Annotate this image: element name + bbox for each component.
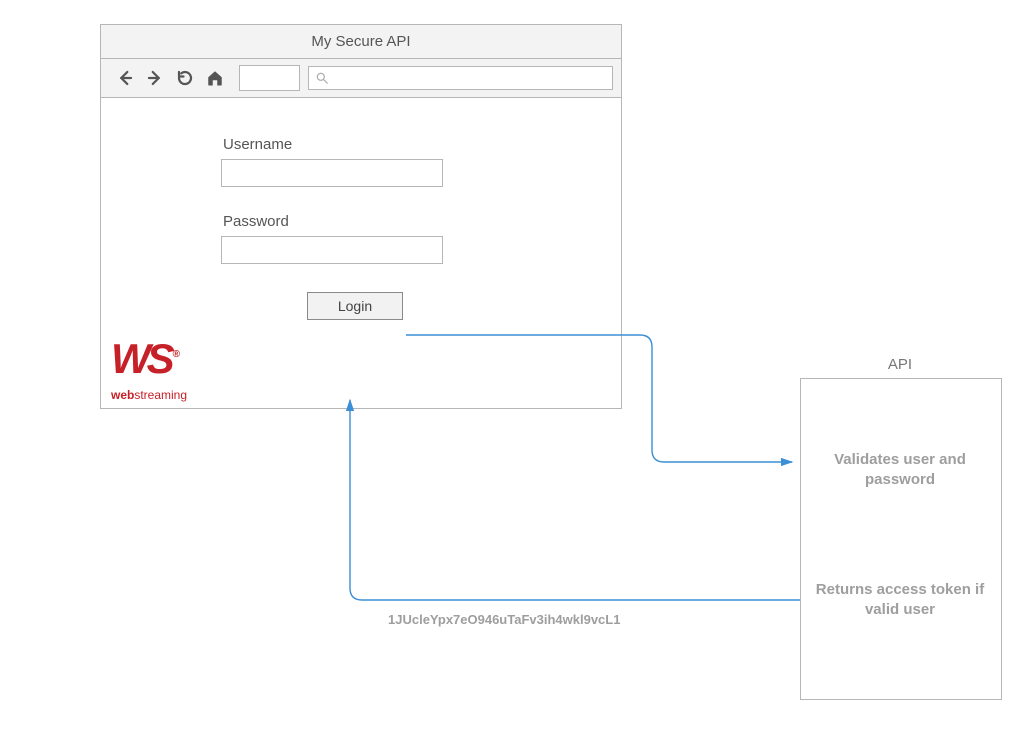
api-title: API (810, 356, 990, 373)
logo-text: webstreaming (111, 388, 207, 402)
logo: WS® webstreaming (111, 342, 207, 402)
reload-icon[interactable] (175, 68, 195, 88)
login-button[interactable]: Login (307, 292, 403, 320)
home-icon[interactable] (205, 68, 225, 88)
api-box (800, 378, 1002, 700)
url-input[interactable] (239, 65, 300, 91)
search-input[interactable] (308, 66, 613, 90)
api-validate-text: Validates user and password (800, 450, 1000, 489)
window-title: My Secure API (101, 25, 621, 59)
username-label: Username (223, 136, 621, 153)
arrow-api-to-browser (350, 400, 800, 600)
password-input[interactable] (221, 236, 443, 264)
forward-icon[interactable] (145, 68, 165, 88)
access-token: 1JUcleYpx7eO946uTaFv3ih4wkl9vcL1 (388, 612, 620, 627)
back-icon[interactable] (115, 68, 135, 88)
logo-mark: WS® (111, 342, 207, 388)
browser-window: My Secure API (100, 24, 622, 409)
password-label: Password (223, 213, 621, 230)
browser-content: Username Password Login WS® webstreaming (101, 98, 621, 408)
browser-toolbar (101, 59, 621, 98)
search-icon (315, 71, 329, 85)
username-input[interactable] (221, 159, 443, 187)
api-return-text: Returns access token if valid user (800, 580, 1000, 619)
